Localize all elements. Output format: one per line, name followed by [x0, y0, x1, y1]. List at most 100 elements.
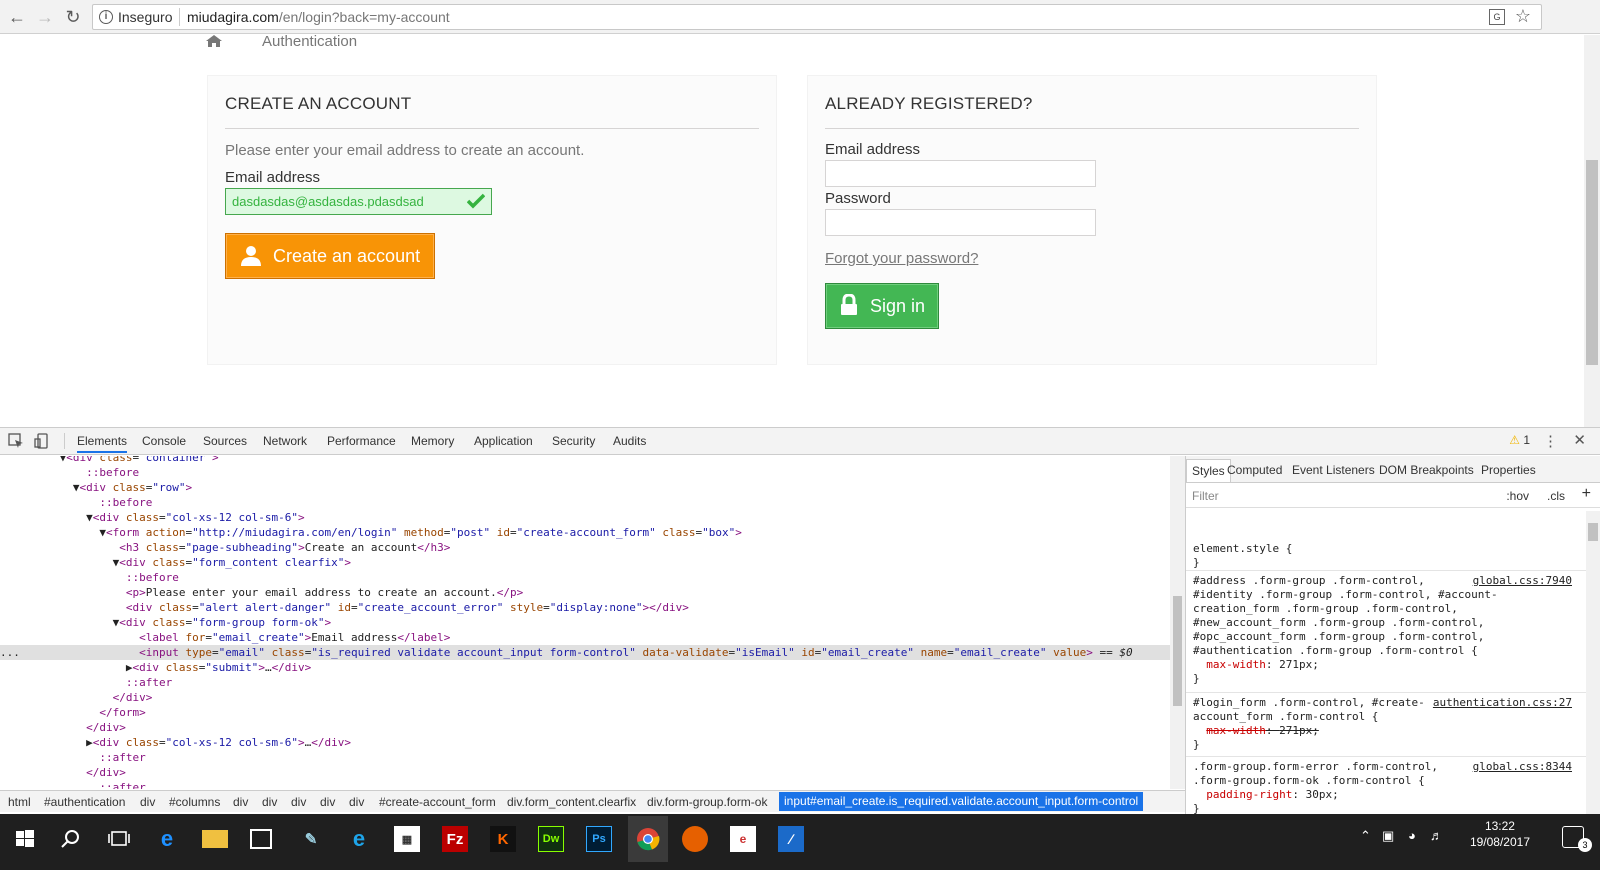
forgot-password-link[interactable]: Forgot your password? — [825, 250, 978, 267]
device-toolbar-icon[interactable] — [34, 433, 50, 449]
dom-node[interactable]: ▼<div class="col-xs-12 col-sm-6"> — [0, 510, 1170, 525]
crumb-form-group[interactable]: div.form-group.form-ok — [647, 795, 767, 809]
rule-source-link[interactable]: global.css:8344 — [1473, 760, 1572, 774]
battery-icon[interactable]: ▣ — [1382, 828, 1394, 844]
tab-computed[interactable]: Computed — [1227, 463, 1282, 477]
firefox-icon[interactable] — [682, 826, 708, 852]
windows-start-icon[interactable] — [12, 826, 38, 852]
styles-filter[interactable]: Filter :hov .cls + — [1186, 484, 1600, 508]
declaration-property[interactable]: padding-right — [1206, 788, 1292, 801]
rule-selector[interactable]: #opc_account_form .form-group .form-cont… — [1193, 630, 1484, 644]
declaration-value[interactable]: 271px; — [1279, 724, 1319, 737]
dev-app-icon[interactable]: ∕ — [778, 826, 804, 852]
crumb-form-content[interactable]: div.form_content.clearfix — [507, 795, 636, 809]
declaration-value[interactable]: 271px; — [1279, 658, 1319, 671]
dom-node-selected[interactable]: ... <input type="email" class="is_requir… — [0, 645, 1170, 660]
email-create-input[interactable]: dasdasdas@asdasdas.pdasdsad — [225, 188, 492, 215]
declaration-value[interactable]: 30px; — [1306, 788, 1339, 801]
crumb-create-account-form[interactable]: #create-account_form — [379, 795, 496, 809]
login-email-input[interactable] — [825, 160, 1096, 187]
edge-icon[interactable]: e — [154, 826, 180, 852]
dom-node[interactable]: </div> — [0, 690, 1170, 705]
elements-scrollbar[interactable] — [1170, 456, 1185, 789]
styles-scrollbar[interactable] — [1586, 511, 1600, 815]
tab-dom-breakpoints[interactable]: DOM Breakpoints — [1379, 463, 1474, 477]
devtools-menu-icon[interactable]: ⋮ — [1543, 432, 1558, 450]
reload-icon[interactable]: ↻ — [62, 6, 84, 28]
rule-selector[interactable]: #identity .form-group .form-control, #ac… — [1193, 588, 1498, 602]
crumb-div[interactable]: div — [233, 795, 248, 809]
rule-selector[interactable]: element.style { — [1193, 542, 1292, 556]
create-account-button[interactable]: Create an account — [225, 233, 435, 279]
dom-node[interactable]: <p>Please enter your email address to cr… — [0, 585, 1170, 600]
rule-selector[interactable]: .form-group.form-ok .form-control { — [1193, 774, 1425, 788]
dom-node[interactable]: ::before — [0, 465, 1170, 480]
rule-selector[interactable]: #new_account_form .form-group .form-cont… — [1193, 616, 1484, 630]
photoshop-icon[interactable]: Ps — [586, 826, 612, 852]
dom-node[interactable]: ▼<div class="row"> — [0, 480, 1170, 495]
rule-source-link[interactable]: global.css:7940 — [1473, 574, 1572, 588]
devtools-close-icon[interactable]: ✕ — [1573, 431, 1586, 449]
security-label[interactable]: Inseguro — [118, 9, 172, 25]
dom-node[interactable]: </div> — [0, 765, 1170, 780]
tab-sources[interactable]: Sources — [203, 434, 247, 448]
tab-console[interactable]: Console — [142, 434, 186, 448]
rule-selector[interactable]: #address .form-group .form-control, — [1193, 574, 1425, 588]
crumb-input-selected[interactable]: input#email_create.is_required.validate.… — [779, 792, 1144, 811]
store-icon[interactable] — [250, 829, 272, 849]
notepad-icon[interactable]: ✎ — [298, 826, 324, 852]
dom-node[interactable]: ::after — [0, 750, 1170, 765]
crumb-div[interactable]: div — [291, 795, 306, 809]
task-view-icon[interactable] — [106, 826, 132, 852]
crumb-columns[interactable]: #columns — [169, 795, 220, 809]
crumb-authentication[interactable]: #authentication — [44, 795, 125, 809]
calculator-icon[interactable]: ▦ — [394, 826, 420, 852]
hov-toggle[interactable]: :hov — [1506, 489, 1529, 503]
dom-node[interactable]: ▶<div class="col-xs-12 col-sm-6">…</div> — [0, 735, 1170, 750]
inspect-element-icon[interactable] — [8, 433, 24, 449]
bookmark-star-icon[interactable]: ☆ — [1515, 6, 1531, 27]
crumb-html[interactable]: html — [8, 795, 31, 809]
filter-input[interactable]: Filter — [1192, 489, 1219, 503]
tab-application[interactable]: Application — [474, 434, 533, 448]
tab-audits[interactable]: Audits — [613, 434, 646, 448]
dom-node[interactable]: ▼<div class="form-group form-ok"> — [0, 615, 1170, 630]
wifi-icon[interactable]: ◕ — [1408, 828, 1416, 843]
file-explorer-icon[interactable] — [202, 830, 228, 848]
dom-node[interactable]: ▼<form action="http://miudagira.com/en/l… — [0, 525, 1170, 540]
rule-declaration[interactable]: padding-right: 30px; — [1193, 788, 1339, 802]
tab-elements[interactable]: Elements — [77, 434, 128, 453]
dom-node[interactable]: ::after — [0, 780, 1170, 789]
translate-icon[interactable]: G — [1489, 9, 1505, 25]
page-scrollbar[interactable] — [1584, 35, 1600, 427]
volume-icon[interactable]: ♬ — [1430, 828, 1443, 843]
tab-security[interactable]: Security — [552, 434, 595, 448]
back-arrow-icon[interactable]: ← — [6, 6, 28, 28]
dom-node[interactable]: ::after — [0, 675, 1170, 690]
dom-node[interactable]: ▼<div class="container"> — [0, 456, 1170, 465]
dom-node[interactable]: ▶<div class="submit">…</div> — [0, 660, 1170, 675]
cls-toggle[interactable]: .cls — [1547, 489, 1565, 503]
crumb-div[interactable]: div — [349, 795, 364, 809]
tab-network[interactable]: Network — [263, 434, 307, 448]
internet-explorer-icon[interactable]: e — [346, 826, 372, 852]
filezilla-icon[interactable]: Fz — [442, 826, 468, 852]
clock[interactable]: 13:22 19/08/2017 — [1470, 818, 1530, 850]
rule-source-link[interactable]: authentication.css:27 — [1433, 696, 1572, 710]
declaration-property[interactable]: max-width — [1206, 658, 1266, 671]
rule-selector[interactable]: #login_form .form-control, #create- — [1193, 696, 1425, 710]
password-input[interactable] — [825, 209, 1096, 236]
crumb-div[interactable]: div — [140, 795, 155, 809]
dom-node[interactable]: <label for="email_create">Email address<… — [0, 630, 1170, 645]
dom-node[interactable]: <div class="alert alert-danger" id="crea… — [0, 600, 1170, 615]
tab-memory[interactable]: Memory — [411, 434, 454, 448]
tab-properties[interactable]: Properties — [1481, 463, 1536, 477]
info-icon[interactable]: i — [99, 10, 113, 24]
dom-node[interactable]: </form> — [0, 705, 1170, 720]
k-app-icon[interactable]: K — [490, 826, 516, 852]
address-bar[interactable]: i Inseguro miudagira.com/en/login?back=m… — [92, 4, 1542, 30]
search-icon[interactable] — [58, 826, 84, 852]
chrome-icon[interactable] — [628, 816, 668, 862]
home-icon[interactable] — [206, 35, 222, 47]
styles-scrollbar-thumb[interactable] — [1588, 523, 1598, 541]
